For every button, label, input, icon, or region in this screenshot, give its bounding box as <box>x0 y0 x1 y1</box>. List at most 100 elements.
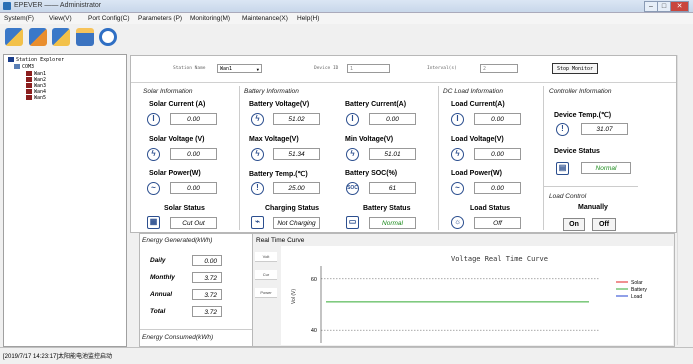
station-icon[interactable] <box>5 28 23 46</box>
current-button[interactable]: Cur <box>255 270 277 280</box>
close-button[interactable]: ✕ <box>670 1 689 12</box>
energy-total-label: Total <box>150 308 166 315</box>
menu-port-config[interactable]: Port Config(C) <box>88 15 130 22</box>
solar-status-value: Cut Out <box>170 217 217 229</box>
battery-voltage-label: Battery Voltage(V) <box>249 101 310 108</box>
divider <box>543 86 544 230</box>
menu-monitoring[interactable]: Monitoring(M) <box>190 15 230 22</box>
device-status-label: Device Status <box>554 148 600 155</box>
load-current-label: Load Current(A) <box>451 101 505 108</box>
window-title: EPEVER —— Administrator <box>14 2 102 9</box>
toolbar <box>0 25 693 52</box>
tree-port-label: COM3 <box>22 64 35 70</box>
solar-section-title: Solar Information <box>143 88 193 95</box>
solar-current-label: Solar Current (A) <box>149 101 206 108</box>
thermometer-icon: ! <box>556 123 569 136</box>
stop-monitor-button[interactable]: Stop Monitor <box>552 63 598 74</box>
device-id-label: Device ID <box>314 66 339 71</box>
print-icon[interactable] <box>76 28 94 46</box>
tree-item-wan5[interactable]: Wan5 <box>26 95 46 101</box>
tree-port[interactable]: COM3 <box>14 64 34 70</box>
current-icon: I <box>451 113 464 126</box>
solar-current-value: 0.00 <box>170 113 217 125</box>
status-message: [2019/7/17 14:23:17]太阳能电池监控启动 <box>3 354 113 360</box>
energy-generated-title: Energy Generated(kWh) <box>142 237 213 244</box>
menu-parameters[interactable]: Parameters (P) <box>138 15 182 22</box>
battery-voltage-value: 51.02 <box>273 113 320 125</box>
tree-item-label: Wan5 <box>34 95 47 101</box>
solar-panel-icon: ▦ <box>147 216 160 229</box>
solar-voltage-label: Solar Voltage (V) <box>149 136 205 143</box>
solar-status-label: Solar Status <box>164 205 205 212</box>
realtime-curve-panel: Real Time Curve Volt Cur Power Voltage R… <box>252 233 675 347</box>
energy-total-value: 3.72 <box>192 306 222 317</box>
energy-monthly-label: Monthly <box>150 274 175 281</box>
controller-section-title: Controller Information <box>549 88 612 95</box>
device-id-field[interactable]: 1 <box>347 64 390 73</box>
battery-current-label: Battery Current(A) <box>345 101 407 108</box>
minimize-button[interactable]: – <box>644 1 658 12</box>
power-button[interactable]: Power <box>255 288 277 298</box>
station-name-value: Wan1 <box>220 66 233 72</box>
title-bar: EPEVER —— Administrator – □ ✕ <box>0 0 693 13</box>
energy-daily-value: 0.00 <box>192 255 222 266</box>
power-gauge-icon: ~ <box>451 182 464 195</box>
load-on-button[interactable]: On <box>563 218 585 231</box>
interval-label: Interval(s) <box>427 66 457 71</box>
divider <box>140 329 252 330</box>
device-temp-label: Device Temp.(℃) <box>554 112 612 119</box>
charging-status-label: Charging Status <box>265 205 320 212</box>
menu-maintenance[interactable]: Maintenance(X) <box>242 15 288 22</box>
energy-monthly-value: 3.72 <box>192 272 222 283</box>
load-status-value: Off <box>474 217 521 229</box>
menu-help[interactable]: Help(H) <box>297 15 319 22</box>
device-icon <box>26 77 32 82</box>
tree-root[interactable]: Station Explorer <box>8 57 64 63</box>
charging-status-value: Not Charging <box>273 217 320 229</box>
energy-annual-label: Annual <box>150 291 173 298</box>
station-name-label: Station Name <box>173 66 206 71</box>
device-status-value: Normal <box>581 162 631 174</box>
chevron-down-icon: ▼ <box>256 67 259 72</box>
station-tree[interactable]: Station Explorer COM3 Wan1 Wan2 Wan3 Wan… <box>3 54 127 347</box>
chart-area: Voltage Real Time Curve Vol (V) 60 40 Sol… <box>281 246 673 345</box>
tree-root-label: Station Explorer <box>16 57 65 63</box>
volt-button[interactable]: Volt <box>255 252 277 262</box>
legend-label: Solar <box>631 280 643 286</box>
battery-status-label: Battery Status <box>363 205 411 212</box>
power-icon[interactable] <box>99 28 117 46</box>
maximize-button[interactable]: □ <box>657 1 671 12</box>
interval-field[interactable]: 2 <box>480 64 518 73</box>
max-voltage-value: 51.34 <box>273 148 320 160</box>
y-tick-label: 40 <box>311 328 317 334</box>
load-control-title: Load Control <box>549 193 587 200</box>
menu-system[interactable]: System(F) <box>4 15 34 22</box>
load-current-value: 0.00 <box>474 113 521 125</box>
device-icon[interactable] <box>29 28 47 46</box>
status-row: Station Name Wan1 ▼ Device ID 1 Interval(… <box>131 56 676 83</box>
voltage-icon: ϟ <box>251 148 264 161</box>
energy-consumed-title: Energy Consumed(kWh) <box>142 334 214 341</box>
divider <box>438 86 439 230</box>
menu-view[interactable]: View(V) <box>49 15 72 22</box>
battery-soc-value: 61 <box>369 182 416 194</box>
soc-icon: SOC <box>346 182 359 195</box>
battery-temp-label: Battery Temp.(℃) <box>249 171 308 178</box>
legend-label: Load <box>631 294 642 300</box>
energy-panel: Energy Generated(kWh) Daily 0.00 Monthly… <box>139 233 253 347</box>
thermometer-icon: ! <box>251 182 264 195</box>
realtime-tab[interactable]: Real Time Curve <box>256 237 304 244</box>
manually-label: Manually <box>578 204 608 211</box>
chart-y-label: Vol (V) <box>291 289 297 304</box>
load-status-label: Load Status <box>470 205 511 212</box>
vertical-scrollbar[interactable] <box>677 55 688 345</box>
load-off-button[interactable]: Off <box>592 218 616 231</box>
app-icon <box>3 2 11 10</box>
device-icon <box>26 89 32 94</box>
chart-title: Voltage Real Time Curve <box>451 255 548 263</box>
device-icon <box>26 71 32 76</box>
station-name-select[interactable]: Wan1 ▼ <box>217 64 262 73</box>
max-voltage-label: Max Voltage(V) <box>249 136 299 143</box>
config-icon[interactable] <box>52 28 70 46</box>
divider <box>239 86 240 230</box>
